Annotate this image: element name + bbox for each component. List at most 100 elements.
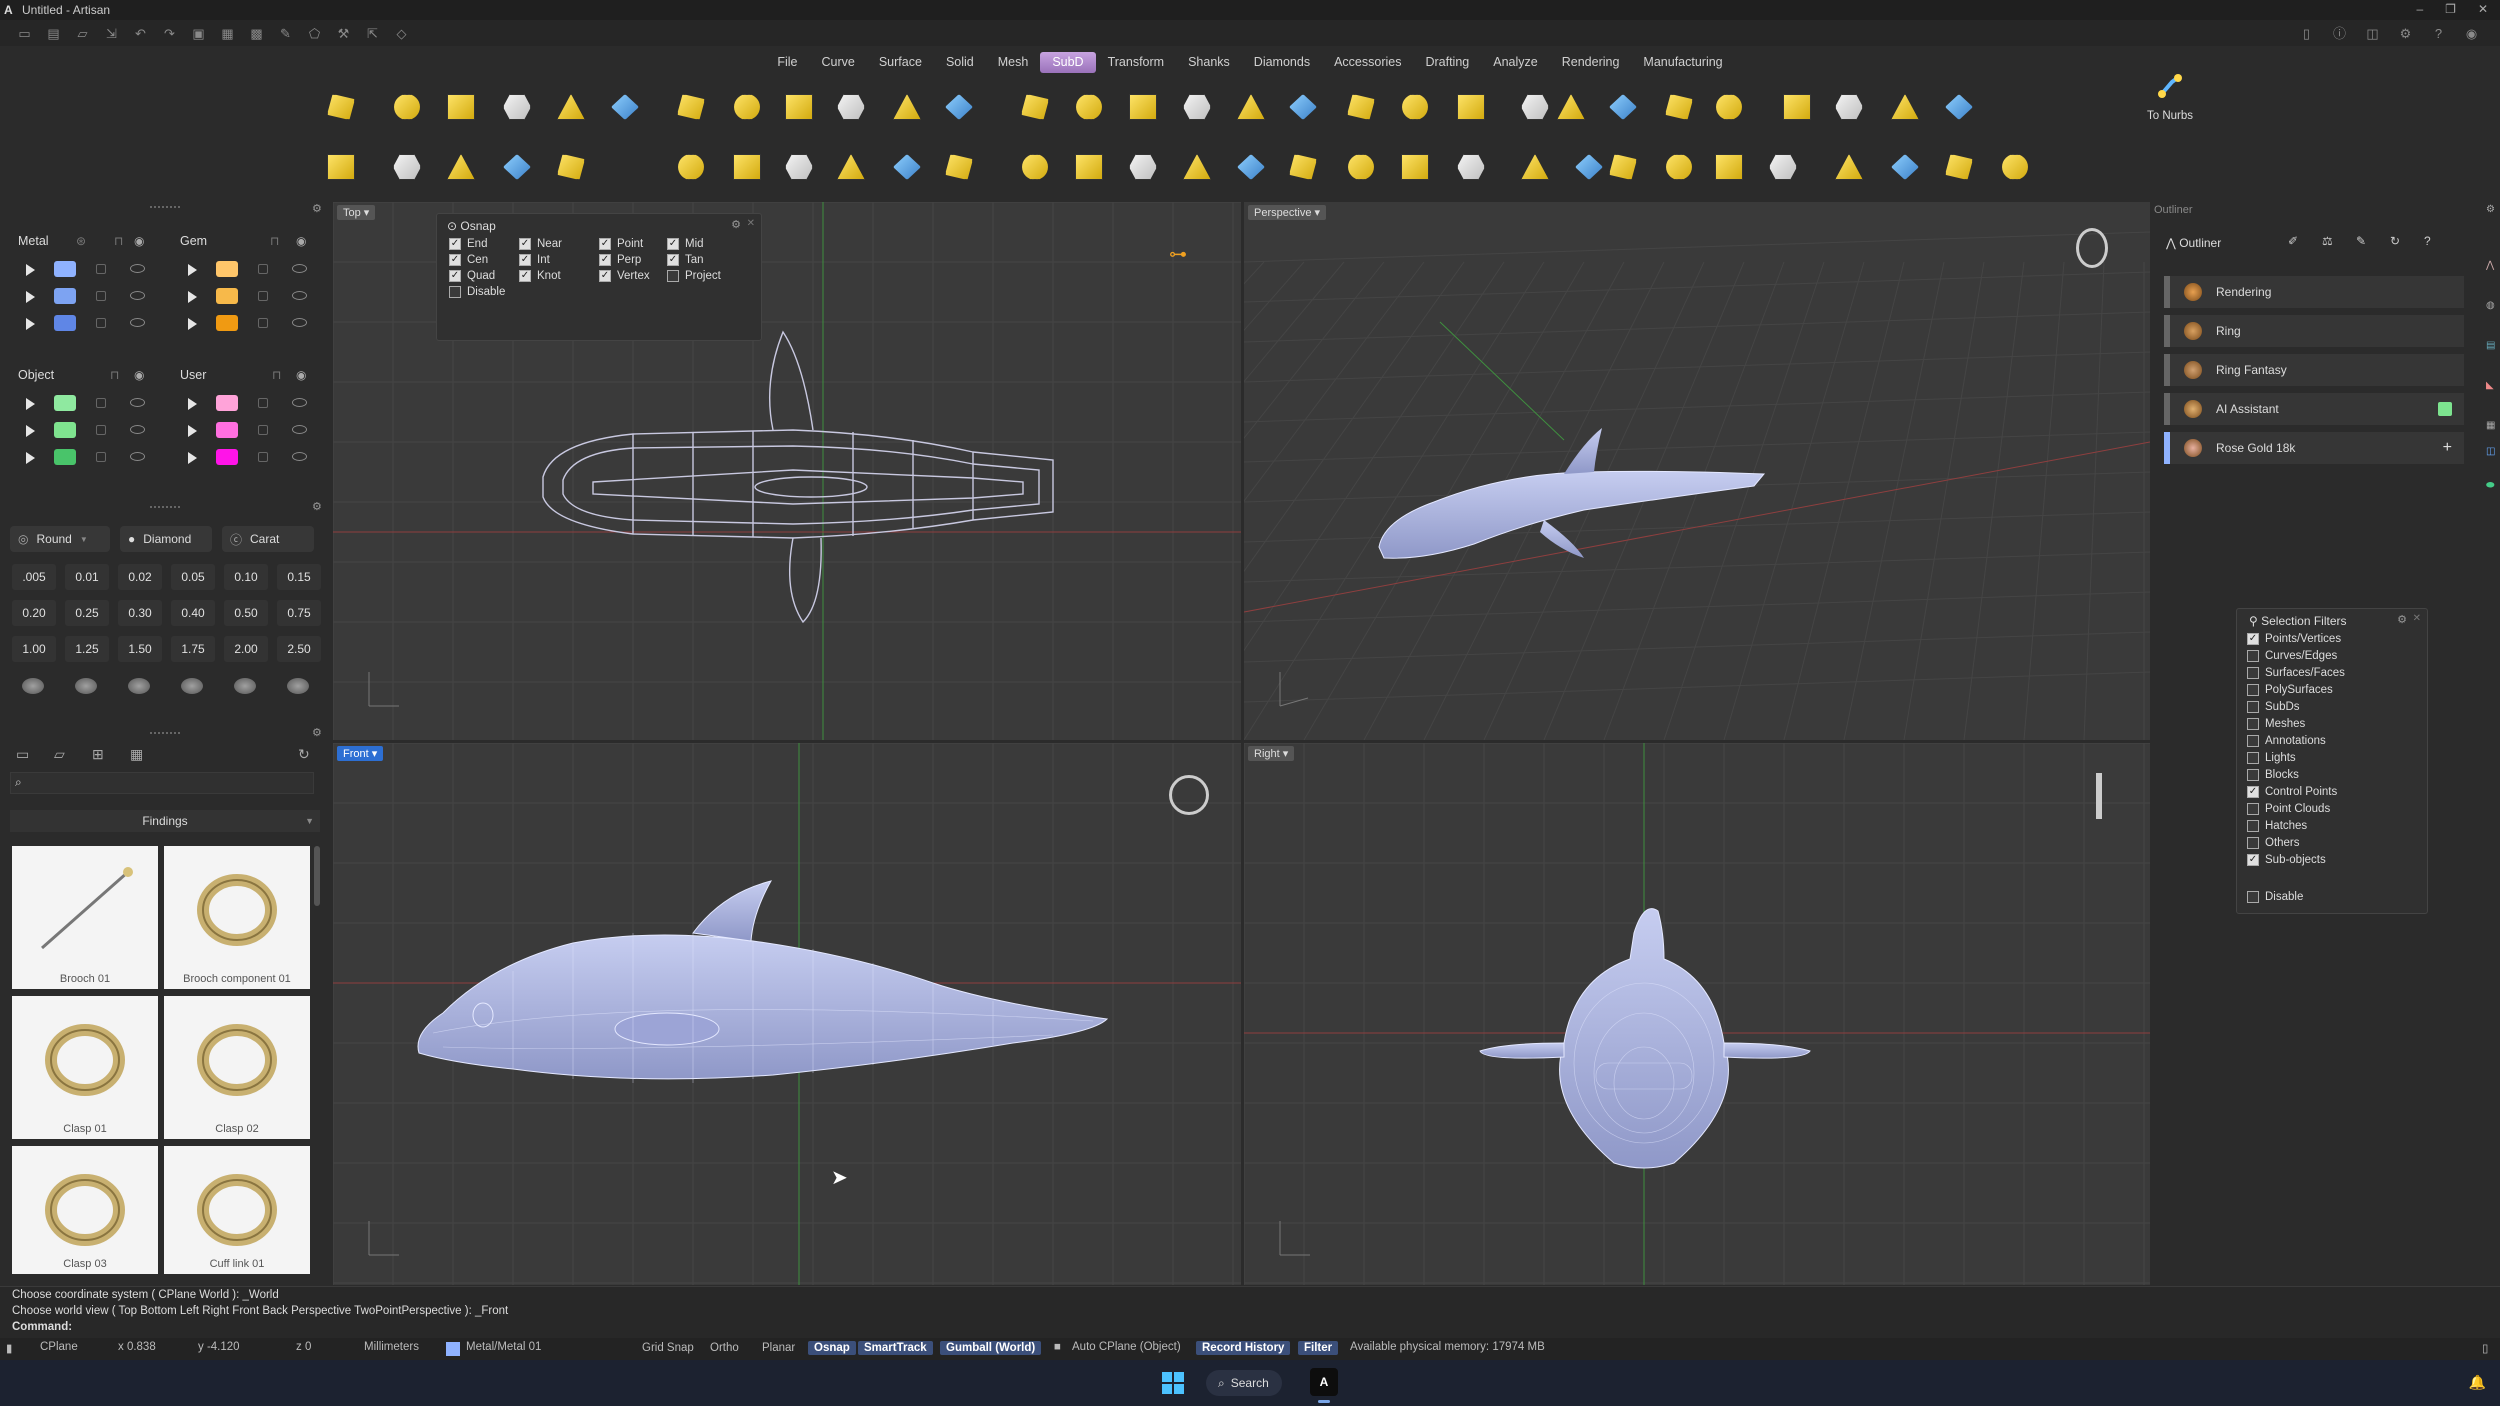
ellipsoid-button[interactable] — [1658, 146, 1700, 188]
notification-bell-icon[interactable]: 🔔 — [2469, 1374, 2486, 1391]
object-select-button[interactable] — [26, 425, 35, 437]
outliner-tab[interactable]: ⋀ Outliner — [2166, 236, 2221, 250]
units-label[interactable]: Millimeters — [364, 1341, 419, 1353]
panel-grip[interactable] — [150, 732, 180, 734]
stone-size-button[interactable]: 2.00 — [224, 636, 268, 662]
viewport-front[interactable]: Front ▾ ➤ — [333, 743, 1241, 1285]
save-icon[interactable]: ▣ — [190, 26, 207, 41]
menu-file[interactable]: File — [765, 52, 809, 73]
command-prompt[interactable]: Command: — [12, 1321, 72, 1333]
selection-filter-option[interactable]: Blocks — [2247, 769, 2299, 781]
redo-icon[interactable]: ↷ — [161, 26, 178, 41]
outliner-item[interactable]: Rendering — [2164, 276, 2464, 308]
eye-icon[interactable] — [292, 291, 307, 300]
eye-icon[interactable] — [130, 452, 145, 461]
folder-add-icon[interactable]: ⊞ — [92, 746, 104, 763]
filter-toggle[interactable]: Filter — [1298, 1341, 1339, 1355]
paint-button[interactable] — [1122, 146, 1164, 188]
layer-label[interactable]: Metal/Metal 01 — [466, 1341, 541, 1353]
minimize-icon[interactable]: – — [2416, 2, 2423, 16]
save-as-icon[interactable]: ▦ — [219, 26, 236, 41]
eye-icon[interactable] — [292, 452, 307, 461]
sweep-button[interactable] — [1828, 146, 1870, 188]
rail-button[interactable] — [1938, 146, 1980, 188]
record-history-toggle[interactable]: Record History — [1196, 1341, 1291, 1355]
osnap-option[interactable]: ✓ Int — [519, 254, 550, 266]
object-select-button[interactable] — [26, 398, 35, 410]
settings-icon[interactable]: ⚙ — [2486, 204, 2495, 215]
auto-cplane-toggle[interactable]: Auto CPlane (Object) — [1072, 1341, 1181, 1353]
taskbar-search-button[interactable]: ⌕ Search — [1206, 1370, 1282, 1396]
artisan-icon[interactable]: ⋀ — [2486, 260, 2494, 271]
menu-solid[interactable]: Solid — [934, 52, 986, 73]
outliner-item[interactable]: Ring Fantasy — [2164, 354, 2464, 386]
hexagon-button[interactable] — [726, 146, 768, 188]
shield-button[interactable] — [886, 146, 928, 188]
menu-rendering[interactable]: Rendering — [1550, 52, 1632, 73]
bridge-button[interactable] — [1550, 86, 1592, 128]
selection-filter-option[interactable]: ✓ Control Points — [2247, 786, 2337, 798]
osnap-option[interactable]: ✓ Mid — [667, 238, 704, 250]
metal-lock-icon[interactable]: ⊓ — [114, 234, 123, 248]
filters-close-icon[interactable]: ✕ — [2413, 613, 2421, 624]
object-color-swatch[interactable] — [54, 395, 76, 411]
viewport-label-top[interactable]: Top ▾ — [337, 205, 376, 220]
library-settings-icon[interactable]: ⚙ — [312, 726, 322, 739]
stone-size-button[interactable]: 0.40 — [171, 600, 215, 626]
crease-button[interactable] — [320, 86, 362, 128]
cushion-cut-icon[interactable] — [128, 678, 150, 694]
cube-icon[interactable]: ◫ — [2486, 446, 2495, 457]
cube-button[interactable] — [496, 86, 538, 128]
menu-subd[interactable]: SubD — [1040, 52, 1096, 73]
stone-size-button[interactable]: 0.25 — [65, 600, 109, 626]
maximize-icon[interactable]: ❐ — [2445, 2, 2456, 16]
viewport-label-front[interactable]: Front ▾ — [337, 746, 384, 761]
selection-filter-option[interactable]: Annotations — [2247, 735, 2326, 747]
osnap-option[interactable]: ✓ Point — [599, 238, 643, 250]
metal-color-swatch[interactable] — [54, 261, 76, 277]
outliner-item[interactable]: Ring — [2164, 315, 2464, 347]
eye-icon[interactable] — [292, 264, 307, 273]
edit-button[interactable] — [550, 146, 592, 188]
help-icon[interactable]: ? — [2424, 234, 2431, 248]
library-scrollbar[interactable] — [314, 846, 320, 906]
folder-icon[interactable]: ▭ — [16, 746, 29, 763]
library-item[interactable]: Clasp 03 — [12, 1146, 158, 1274]
unit-carat-dropdown[interactable]: ⓒ Carat — [222, 526, 314, 552]
import-icon[interactable]: ⇲ — [103, 26, 120, 41]
selection-filter-option[interactable]: Meshes — [2247, 718, 2305, 730]
stone-size-button[interactable]: 2.50 — [277, 636, 321, 662]
selection-filter-option[interactable]: Lights — [2247, 752, 2296, 764]
stone-size-button[interactable]: 0.30 — [118, 600, 162, 626]
layout-toggle-icon[interactable]: ▮ — [6, 1341, 12, 1355]
selection-filter-option[interactable]: ✓ Points/Vertices — [2247, 633, 2341, 645]
library-search-input[interactable]: ⌕ — [10, 772, 314, 794]
pin-icon[interactable] — [287, 678, 309, 694]
loft-button[interactable] — [1762, 146, 1804, 188]
stone-size-button[interactable]: 0.50 — [224, 600, 268, 626]
tag-icon[interactable]: ◣ — [2486, 380, 2494, 391]
menu-analyze[interactable]: Analyze — [1481, 52, 1549, 73]
metal-select-button[interactable] — [26, 291, 35, 303]
refresh-icon[interactable]: ↻ — [2390, 234, 2400, 248]
lock-icon[interactable] — [258, 398, 268, 408]
osnap-option[interactable]: Disable — [449, 286, 505, 298]
menu-shanks[interactable]: Shanks — [1176, 52, 1242, 73]
gumball-toggle[interactable]: Gumball (World) — [940, 1341, 1042, 1355]
stone-size-button[interactable]: 0.20 — [12, 600, 56, 626]
extrude-button[interactable] — [886, 86, 928, 128]
open-folder-icon[interactable]: ▱ — [74, 26, 91, 41]
osnap-option[interactable]: ✓ Quad — [449, 270, 495, 282]
windows-start-icon[interactable] — [1162, 1372, 1184, 1394]
lock-icon[interactable] — [258, 318, 268, 328]
settings-icon[interactable]: ⚙ — [2397, 26, 2414, 41]
mirror-button[interactable] — [320, 146, 362, 188]
gem-color-swatch[interactable] — [216, 261, 238, 277]
library-item[interactable]: Clasp 01 — [12, 996, 158, 1139]
lock-icon[interactable] — [258, 264, 268, 274]
fillet-button[interactable] — [1394, 86, 1436, 128]
selection-filter-option[interactable]: SubDs — [2247, 701, 2300, 713]
selection-filter-option[interactable]: Others — [2247, 837, 2300, 849]
object-lock-icon[interactable]: ⊓ — [110, 368, 119, 382]
stone-size-button[interactable]: 1.50 — [118, 636, 162, 662]
